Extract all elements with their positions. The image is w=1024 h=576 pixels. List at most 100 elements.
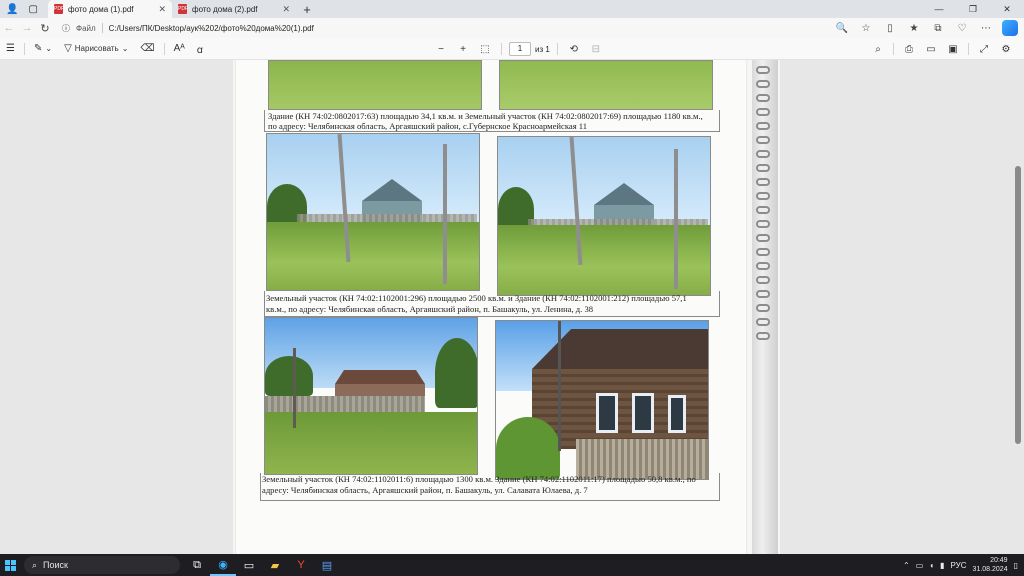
zoom-icon[interactable]: 🔍 bbox=[830, 23, 854, 34]
tab-bar: 👤 ▢ PDF фото дома (1).pdf ✕ PDF фото дом… bbox=[0, 0, 1024, 18]
pdf-toolbar: ☰ ✎ ⌄ ▽ Нарисовать ⌄ ⌫ Aᴬ ꭤ − + ⬚ 1 из 1 … bbox=[0, 38, 1024, 60]
binding-ring bbox=[756, 206, 770, 214]
refresh-button[interactable]: ↻ bbox=[36, 22, 54, 35]
url-field[interactable]: ⓘ Файл C:/Users/ПК/Desktop/аук%202/фото%… bbox=[62, 23, 830, 34]
photo-house-3b bbox=[495, 320, 709, 480]
task-view-icon[interactable]: ⧉ bbox=[184, 554, 210, 576]
close-window-button[interactable]: ✕ bbox=[990, 0, 1024, 18]
save-as-icon[interactable]: ▣ bbox=[943, 44, 963, 55]
utility-pole bbox=[674, 149, 678, 289]
clock[interactable]: 20:49 31.08.2024 bbox=[973, 556, 1008, 574]
toolbar-divider bbox=[501, 43, 502, 55]
bushes bbox=[496, 417, 560, 479]
word-document-icon[interactable]: ▤ bbox=[314, 554, 340, 576]
tab-pdf-1[interactable]: PDF фото дома (1).pdf ✕ bbox=[48, 0, 172, 18]
back-button[interactable]: ← bbox=[0, 22, 18, 34]
binding-ring bbox=[756, 66, 770, 74]
binding-ring bbox=[756, 220, 770, 228]
photo-house-3a bbox=[264, 317, 478, 475]
highlight-button[interactable]: ✎ ⌄ bbox=[28, 43, 58, 54]
eraser-icon: ⌫ bbox=[140, 43, 155, 54]
toolbar-divider bbox=[163, 42, 165, 55]
page-view-icon[interactable]: ⊟ bbox=[587, 44, 605, 55]
utility-pole bbox=[558, 321, 561, 451]
binding-ring bbox=[756, 318, 770, 326]
scanned-sheet: Здание (КН 74:02:0802017:63) площадью 34… bbox=[236, 60, 746, 554]
notepad-icon[interactable]: ▭ bbox=[236, 554, 262, 576]
print-icon[interactable]: ⎙ bbox=[899, 44, 919, 55]
tab-actions-icon[interactable]: ▢ bbox=[28, 4, 37, 15]
scrollbar-thumb[interactable] bbox=[1015, 166, 1021, 444]
window-frame bbox=[668, 395, 686, 433]
clock-date: 31.08.2024 bbox=[972, 566, 1008, 573]
fit-page-icon[interactable]: ⬚ bbox=[476, 44, 494, 55]
read-aloud-button[interactable]: Aᴬ bbox=[168, 43, 191, 54]
binding-ring bbox=[756, 290, 770, 298]
utility-pole bbox=[443, 144, 447, 284]
erase-button[interactable]: ⌫ bbox=[134, 43, 160, 54]
tab-pdf-2[interactable]: PDF фото дома (2).pdf ✕ bbox=[172, 0, 296, 18]
more-menu-icon[interactable]: ⋯ bbox=[974, 23, 998, 34]
draw-button[interactable]: ▽ Нарисовать ⌄ bbox=[58, 43, 134, 54]
collections-icon[interactable]: ⧉ bbox=[926, 23, 950, 34]
taskbar: ⌕ Поиск ⧉ ◉ ▭ ▰ Y ▤ ⌃ ▭ ◖ ▮ РУС 20:49 31… bbox=[0, 554, 1024, 576]
start-button[interactable] bbox=[0, 554, 20, 576]
pdf-viewer[interactable]: Здание (КН 74:02:0802017:63) площадью 34… bbox=[0, 60, 1024, 554]
toolbar-divider bbox=[23, 42, 25, 55]
highlighter-icon: ✎ bbox=[33, 43, 43, 54]
vertical-scrollbar[interactable] bbox=[1015, 60, 1021, 554]
window-frame bbox=[632, 393, 654, 433]
copilot-icon[interactable] bbox=[1002, 20, 1018, 36]
photo-plot-1b bbox=[499, 60, 713, 110]
url-divider bbox=[101, 23, 103, 33]
favorites-icon[interactable]: ★ bbox=[902, 23, 926, 34]
edge-browser-icon[interactable]: ◉ bbox=[210, 554, 236, 576]
fullscreen-icon[interactable]: ⤢ bbox=[974, 44, 994, 55]
split-screen-icon[interactable]: ▯ bbox=[878, 23, 902, 34]
favorite-star-icon[interactable]: ☆ bbox=[854, 23, 878, 34]
notifications-icon[interactable]: ▯ bbox=[1014, 561, 1018, 570]
profile-icon[interactable]: 👤 bbox=[6, 4, 18, 15]
caption-2-line-1: Земельный участок (КН 74:02:1102001:296)… bbox=[266, 293, 687, 303]
pdf-file-icon: PDF bbox=[54, 4, 64, 14]
window-frame bbox=[596, 393, 618, 433]
minimize-button[interactable]: — bbox=[922, 0, 956, 18]
forward-button[interactable]: → bbox=[18, 22, 36, 34]
binding-ring bbox=[756, 164, 770, 172]
translate-icon: ꭤ bbox=[196, 44, 203, 56]
file-explorer-icon[interactable]: ▰ bbox=[262, 554, 288, 576]
binding-ring bbox=[756, 178, 770, 186]
taskbar-search[interactable]: ⌕ Поиск bbox=[24, 556, 180, 574]
translate-button[interactable]: ꭤ bbox=[191, 42, 209, 56]
url-text[interactable]: C:/Users/ПК/Desktop/аук%202/фото%20дома%… bbox=[109, 24, 314, 33]
grass-area bbox=[498, 225, 710, 295]
pdf-page-controls: − + ⬚ 1 из 1 ⟲ ⊟ bbox=[432, 38, 605, 60]
browser-essentials-icon[interactable]: ♡ bbox=[950, 23, 974, 34]
system-tray: ⌃ ▭ ◖ ▮ РУС 20:49 31.08.2024 ▯ bbox=[903, 554, 1018, 576]
info-icon[interactable]: ⓘ bbox=[62, 23, 70, 34]
draw-label: Нарисовать bbox=[74, 44, 119, 53]
restore-button[interactable]: ❐ bbox=[956, 0, 990, 18]
page-number-input[interactable]: 1 bbox=[509, 42, 531, 56]
yandex-browser-icon[interactable]: Y bbox=[288, 554, 314, 576]
caption-2-line-2: кв.м., по адресу: Челябинская область, А… bbox=[266, 304, 594, 314]
rotate-icon[interactable]: ⟲ bbox=[565, 44, 583, 55]
close-tab-icon[interactable]: ✕ bbox=[158, 4, 166, 15]
search-icon[interactable]: ⌕ bbox=[868, 44, 888, 55]
zoom-in-icon[interactable]: + bbox=[454, 44, 472, 55]
toolbar-divider bbox=[893, 43, 894, 55]
close-tab-icon[interactable]: ✕ bbox=[282, 4, 290, 15]
toolbar-divider bbox=[968, 43, 969, 55]
binding-ring bbox=[756, 248, 770, 256]
battery-icon[interactable]: ▮ bbox=[940, 561, 944, 570]
language-indicator[interactable]: РУС bbox=[951, 561, 967, 570]
save-icon[interactable]: ▭ bbox=[921, 44, 941, 55]
settings-gear-icon[interactable]: ⚙ bbox=[996, 44, 1016, 55]
tray-overflow-icon[interactable]: ⌃ bbox=[903, 561, 910, 570]
volume-icon[interactable]: ◖ bbox=[929, 561, 934, 570]
contents-button[interactable]: ☰ bbox=[0, 43, 21, 54]
network-icon[interactable]: ▭ bbox=[916, 561, 924, 570]
zoom-out-icon[interactable]: − bbox=[432, 44, 450, 55]
new-tab-button[interactable]: + bbox=[296, 2, 318, 17]
taskbar-search-label: Поиск bbox=[43, 560, 68, 570]
